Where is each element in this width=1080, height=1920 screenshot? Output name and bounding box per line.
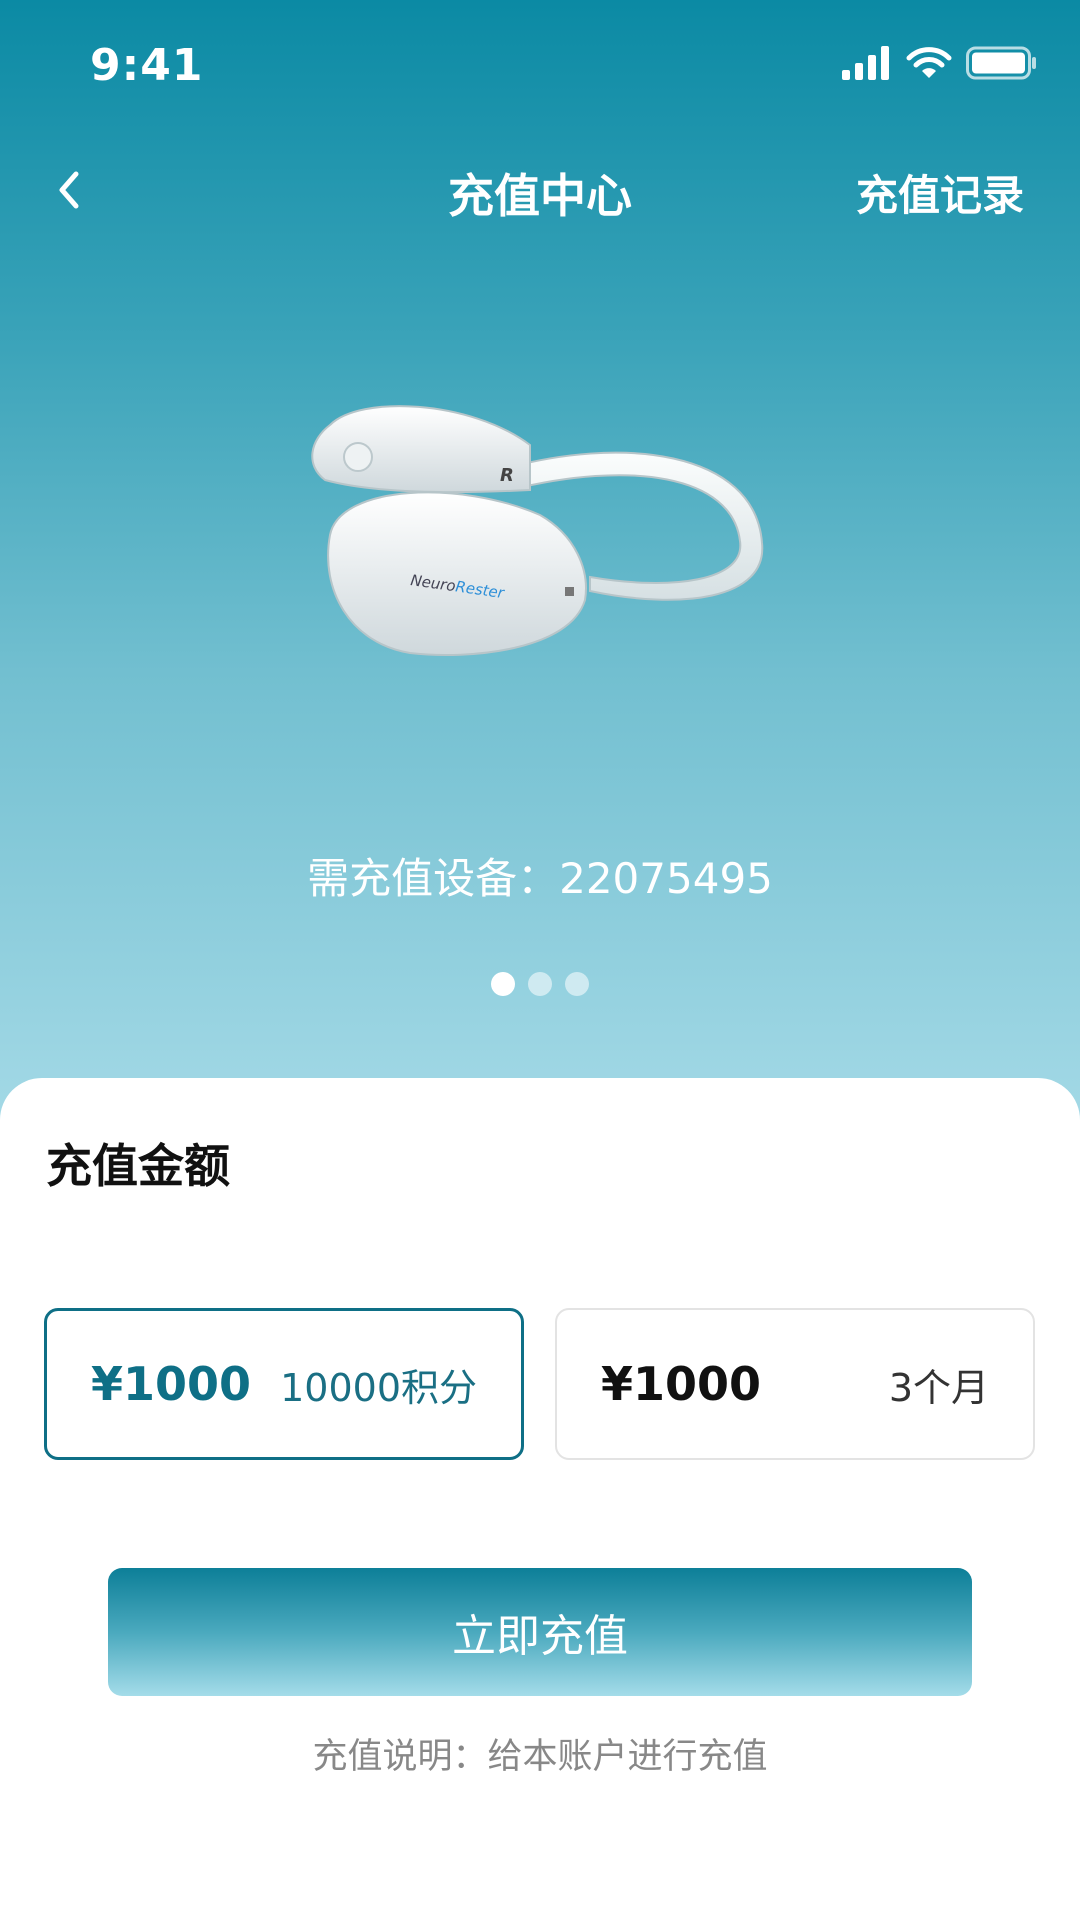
option-price: ¥1000: [601, 1357, 762, 1411]
signal-icon: [842, 46, 889, 80]
status-time: 9:41: [90, 40, 204, 91]
recharge-option-points[interactable]: ¥1000 10000积分: [44, 1308, 524, 1460]
recharge-record-link[interactable]: 充值记录: [856, 162, 1024, 223]
battery-icon: [966, 46, 1036, 80]
recharge-now-button[interactable]: 立即充值: [108, 1568, 972, 1696]
carousel-indicator: [0, 972, 1080, 996]
status-icons: [842, 46, 1038, 80]
option-desc: 10000积分: [280, 1365, 477, 1410]
wifi-icon: [906, 47, 952, 78]
section-title: 充值金额: [46, 1139, 230, 1193]
option-desc: 3个月: [888, 1365, 989, 1410]
carousel-dot[interactable]: [528, 972, 552, 996]
device-side-mark: R: [500, 465, 514, 486]
recharge-note: 充值说明：给本账户进行充值: [312, 1737, 768, 1777]
recharge-panel: [0, 1078, 1080, 1920]
device-qr-mark: [565, 587, 574, 596]
carousel-dot[interactable]: [491, 972, 515, 996]
option-price: ¥1000: [91, 1357, 252, 1411]
recharge-option-months[interactable]: ¥1000 3个月: [555, 1308, 1035, 1460]
status-bar: 9:41: [0, 0, 1080, 130]
device-label: 需充值设备：22075495: [307, 854, 773, 903]
carousel-dot[interactable]: [565, 972, 589, 996]
device-image: R NeuroRester: [311, 405, 764, 656]
